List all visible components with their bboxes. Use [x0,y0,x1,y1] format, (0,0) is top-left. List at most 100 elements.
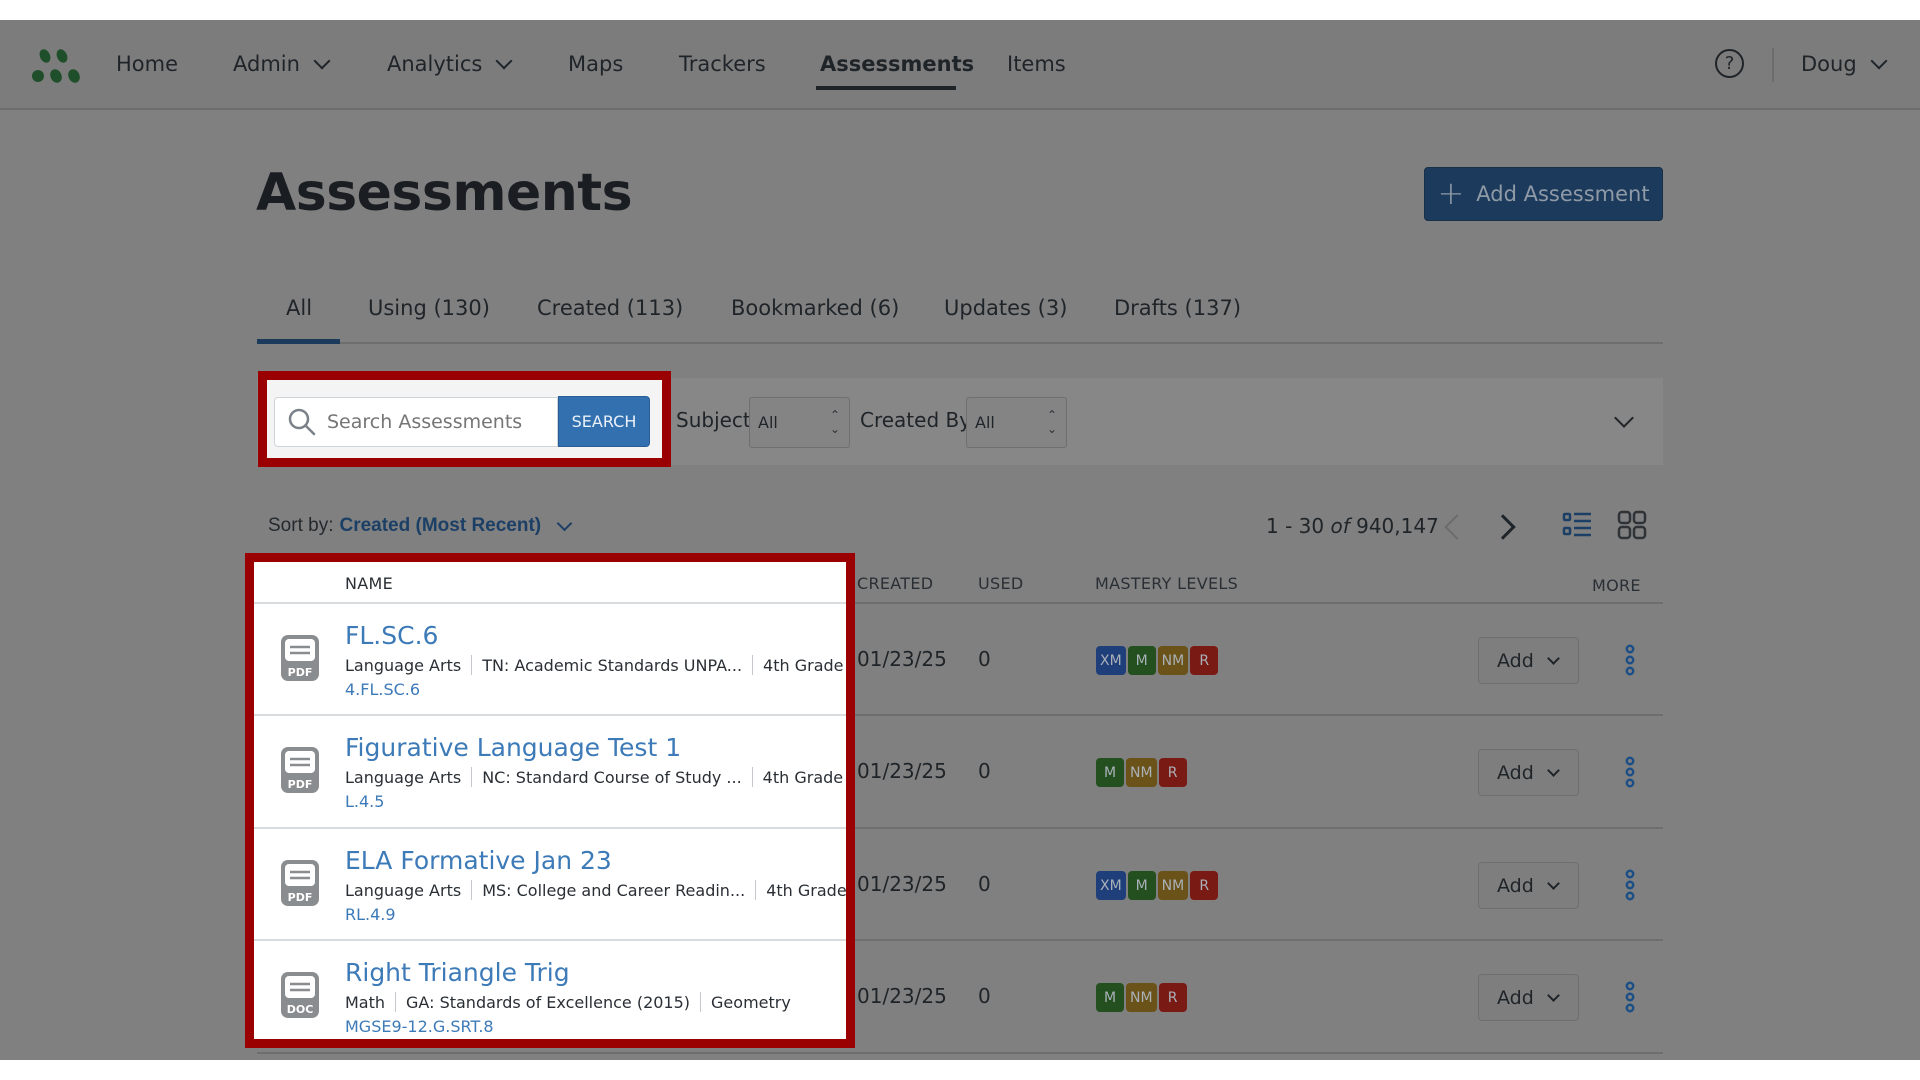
row-divider [257,1052,1663,1054]
chevron-down-icon [1547,989,1560,1002]
subject-select[interactable]: All ⌃ ⌄ [749,397,850,448]
assessment-standard-link[interactable]: RL.4.9 [345,905,396,924]
chevron-down-icon [1870,52,1888,70]
nav-analytics[interactable]: Analytics [387,52,513,76]
meta-separator [752,655,754,675]
more-options-icon[interactable] [1622,756,1638,788]
mastery-badge-nm: NM [1157,646,1189,675]
mastery-levels: M NM R [1096,758,1187,787]
nav-trackers[interactable]: Trackers [679,52,766,76]
tab-all[interactable]: All [286,296,312,320]
pagination-of: of [1330,514,1350,538]
add-label: Add [1497,874,1534,897]
add-dropdown-button[interactable]: Add [1478,862,1579,909]
row-divider [254,827,846,829]
chevron-down-icon [495,52,513,70]
nav-divider [1772,48,1774,82]
svg-text:DOC: DOC [287,1003,314,1016]
user-menu[interactable]: Doug [1801,52,1888,76]
add-dropdown-button[interactable]: Add [1478,637,1579,684]
assessment-standard-link[interactable]: MGSE9-12.G.SRT.8 [345,1017,494,1036]
app-logo-icon[interactable] [32,48,86,84]
assessment-subject: Language Arts [345,880,462,900]
pagination-summary: 1 - 30 of 940,147 [1266,514,1439,538]
assessment-standard-set: GA: Standards of Excellence (2015) [406,992,691,1012]
used-count: 0 [978,647,991,671]
mastery-badge-xm: XM [1096,646,1126,675]
tab-bookmarked[interactable]: Bookmarked (6) [731,296,899,320]
meta-separator [471,880,473,900]
created-by-select[interactable]: All ⌃ ⌄ [966,397,1067,448]
svg-text:PDF: PDF [288,666,313,679]
page-title: Assessments [256,163,633,223]
column-header-name[interactable]: NAME [345,574,393,593]
grid-view-icon[interactable] [1617,510,1647,540]
more-options-icon[interactable] [1622,869,1638,901]
meta-separator [755,880,757,900]
add-dropdown-button[interactable]: Add [1478,749,1579,796]
assessment-tabs: All Using (130) Created (113) Bookmarked… [257,288,1663,344]
meta-separator [471,655,473,675]
more-options-icon[interactable] [1622,981,1638,1013]
tab-created[interactable]: Created (113) [537,296,683,320]
list-view-icon[interactable] [1562,511,1592,539]
pagination-total: 940,147 [1356,514,1439,538]
search-field[interactable] [274,397,558,447]
nav-home[interactable]: Home [116,52,178,76]
assessment-title-link[interactable]: FL.SC.6 [345,621,438,650]
assessment-standard-link[interactable]: L.4.5 [345,792,384,811]
row-divider [254,939,846,941]
mastery-badge-r: R [1158,758,1187,787]
assessment-grade: 4th Grade [762,767,844,787]
mastery-badge-nm: NM [1126,983,1157,1012]
bottom-edge [0,1060,1920,1080]
pdf-file-icon: PDF [281,635,319,681]
nav-items[interactable]: Items [1007,52,1066,76]
tab-using[interactable]: Using (130) [368,296,490,320]
search-icon [288,408,316,436]
mastery-badge-xm: XM [1096,871,1126,900]
tab-drafts[interactable]: Drafts (137) [1114,296,1241,320]
tab-updates[interactable]: Updates (3) [944,296,1067,320]
assessment-meta: Math GA: Standards of Excellence (2015) … [345,992,791,1012]
column-header-mastery: MASTERY LEVELS [1095,574,1239,593]
more-options-icon[interactable] [1622,644,1638,676]
assessment-title-link[interactable]: ELA Formative Jan 23 [345,846,612,875]
chevron-down-icon [313,52,331,70]
used-count: 0 [978,984,991,1008]
mastery-badge-r: R [1190,646,1219,675]
mastery-badge-r: R [1158,983,1187,1012]
mastery-levels: XM M NM R [1096,646,1219,675]
mastery-badge-r: R [1190,871,1219,900]
sort-dropdown[interactable]: Created (Most Recent) [339,515,541,537]
header-divider [254,602,846,604]
sort-label: Sort by: [268,515,334,536]
meta-separator [751,767,753,787]
nav-maps[interactable]: Maps [568,52,623,76]
column-header-used[interactable]: USED [978,574,1024,593]
assessment-grade: 4th Grade [763,655,844,675]
svg-text:PDF: PDF [288,891,313,904]
row-divider [254,714,846,716]
nav-analytics-label: Analytics [387,52,483,76]
add-label: Add [1497,761,1534,784]
assessment-standard-link[interactable]: 4.FL.SC.6 [345,680,420,699]
nav-admin[interactable]: Admin [233,52,331,76]
nav-maps-label: Maps [568,52,624,76]
add-dropdown-button[interactable]: Add [1478,974,1579,1021]
question-circle-icon[interactable]: ? [1715,49,1744,78]
search-input[interactable] [327,411,547,433]
mastery-levels: XM M NM R [1096,871,1219,900]
search-button[interactable]: SEARCH [558,396,650,447]
created-date: 01/23/25 [857,872,947,896]
column-header-created[interactable]: CREATED [857,574,933,593]
created-date: 01/23/25 [857,647,947,671]
chevron-down-icon[interactable] [556,515,573,531]
nav-assessments[interactable]: Assessments [820,52,974,76]
add-assessment-button[interactable]: + Add Assessment [1424,167,1663,221]
mastery-badge-m: M [1127,871,1156,900]
column-header-more: MORE [1592,576,1641,595]
add-assessment-label: Add Assessment [1476,182,1650,206]
assessment-title-link[interactable]: Right Triangle Trig [345,958,570,987]
assessment-title-link[interactable]: Figurative Language Test 1 [345,733,681,762]
